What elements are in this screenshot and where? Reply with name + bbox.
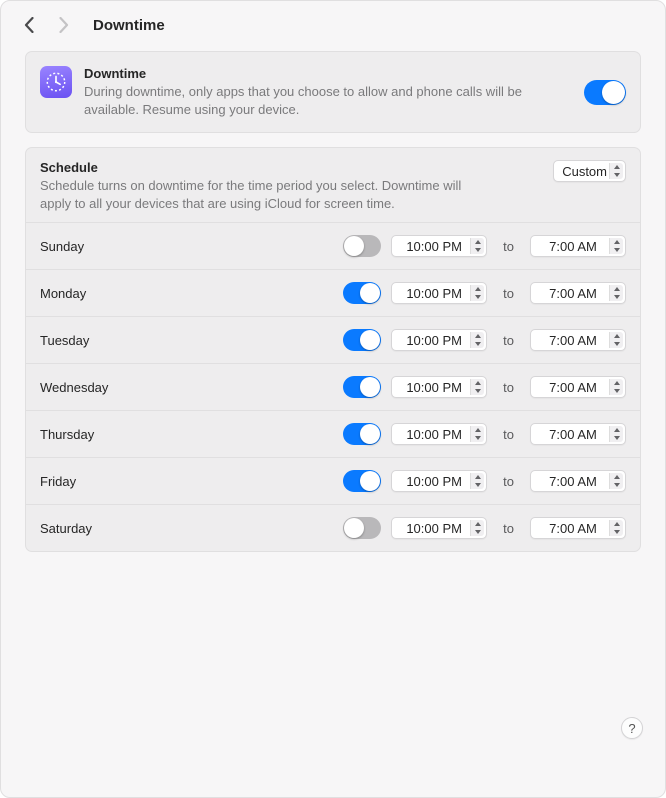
schedule-row: Saturday 10:00 PM to 7:00 AM (26, 504, 640, 551)
to-time-field[interactable]: 7:00 AM (530, 282, 626, 304)
schedule-mode-value: Custom (562, 164, 607, 179)
header: Downtime (1, 1, 665, 43)
updown-icon (470, 426, 484, 442)
from-time-value: 10:00 PM (406, 427, 462, 442)
to-time-value: 7:00 AM (549, 380, 597, 395)
day-toggle[interactable] (343, 329, 381, 351)
updown-icon (609, 238, 623, 254)
from-time-field[interactable]: 10:00 PM (391, 470, 487, 492)
to-label: to (497, 521, 520, 536)
day-toggle[interactable] (343, 235, 381, 257)
updown-icon (609, 473, 623, 489)
summary-description: During downtime, only apps that you choo… (84, 83, 562, 118)
help-button[interactable]: ? (621, 717, 643, 739)
to-time-field[interactable]: 7:00 AM (530, 329, 626, 351)
to-time-field[interactable]: 7:00 AM (530, 376, 626, 398)
from-time-field[interactable]: 10:00 PM (391, 329, 487, 351)
schedule-row: Wednesday 10:00 PM to 7:00 AM (26, 363, 640, 410)
day-toggle[interactable] (343, 470, 381, 492)
day-label: Wednesday (40, 380, 333, 395)
updown-icon (470, 520, 484, 536)
updown-icon (470, 285, 484, 301)
updown-icon (470, 379, 484, 395)
updown-icon (609, 426, 623, 442)
to-time-field[interactable]: 7:00 AM (530, 235, 626, 257)
schedule-description: Schedule turns on downtime for the time … (40, 177, 480, 212)
updown-icon (470, 473, 484, 489)
to-label: to (497, 286, 520, 301)
updown-icon (470, 238, 484, 254)
day-toggle[interactable] (343, 517, 381, 539)
to-time-field[interactable]: 7:00 AM (530, 470, 626, 492)
from-time-field[interactable]: 10:00 PM (391, 235, 487, 257)
from-time-field[interactable]: 10:00 PM (391, 376, 487, 398)
to-time-field[interactable]: 7:00 AM (530, 517, 626, 539)
day-label: Sunday (40, 239, 333, 254)
schedule-row: Friday 10:00 PM to 7:00 AM (26, 457, 640, 504)
updown-icon (470, 332, 484, 348)
from-time-field[interactable]: 10:00 PM (391, 282, 487, 304)
updown-icon (609, 520, 623, 536)
from-time-field[interactable]: 10:00 PM (391, 517, 487, 539)
to-time-field[interactable]: 7:00 AM (530, 423, 626, 445)
day-label: Monday (40, 286, 333, 301)
from-time-value: 10:00 PM (406, 286, 462, 301)
from-time-value: 10:00 PM (406, 333, 462, 348)
from-time-value: 10:00 PM (406, 521, 462, 536)
updown-icon (609, 285, 623, 301)
day-label: Thursday (40, 427, 333, 442)
day-label: Saturday (40, 521, 333, 536)
to-time-value: 7:00 AM (549, 521, 597, 536)
to-label: to (497, 333, 520, 348)
schedule-row: Monday 10:00 PM to 7:00 AM (26, 269, 640, 316)
day-toggle[interactable] (343, 423, 381, 445)
to-label: to (497, 380, 520, 395)
schedule-card: Schedule Schedule turns on downtime for … (25, 147, 641, 552)
to-time-value: 7:00 AM (549, 474, 597, 489)
to-label: to (497, 474, 520, 489)
to-label: to (497, 239, 520, 254)
day-label: Friday (40, 474, 333, 489)
help-label: ? (628, 721, 635, 736)
day-toggle[interactable] (343, 282, 381, 304)
downtime-icon (40, 66, 72, 98)
to-time-value: 7:00 AM (549, 333, 597, 348)
downtime-master-toggle[interactable] (584, 80, 626, 105)
back-button[interactable] (19, 15, 39, 35)
schedule-row: Sunday 10:00 PM to 7:00 AM (26, 222, 640, 269)
updown-icon (609, 163, 623, 179)
downtime-summary-card: Downtime During downtime, only apps that… (25, 51, 641, 133)
schedule-mode-select[interactable]: Custom (553, 160, 626, 182)
schedule-title: Schedule (40, 160, 539, 175)
from-time-value: 10:00 PM (406, 380, 462, 395)
schedule-row: Thursday 10:00 PM to 7:00 AM (26, 410, 640, 457)
updown-icon (609, 379, 623, 395)
day-label: Tuesday (40, 333, 333, 348)
to-time-value: 7:00 AM (549, 239, 597, 254)
forward-button[interactable] (53, 15, 73, 35)
page-title: Downtime (93, 17, 165, 34)
from-time-value: 10:00 PM (406, 239, 462, 254)
to-label: to (497, 427, 520, 442)
from-time-field[interactable]: 10:00 PM (391, 423, 487, 445)
to-time-value: 7:00 AM (549, 427, 597, 442)
to-time-value: 7:00 AM (549, 286, 597, 301)
settings-pane: Downtime Downtime During downtime, only … (0, 0, 666, 798)
schedule-row: Tuesday 10:00 PM to 7:00 AM (26, 316, 640, 363)
summary-title: Downtime (84, 66, 562, 81)
updown-icon (609, 332, 623, 348)
day-toggle[interactable] (343, 376, 381, 398)
from-time-value: 10:00 PM (406, 474, 462, 489)
